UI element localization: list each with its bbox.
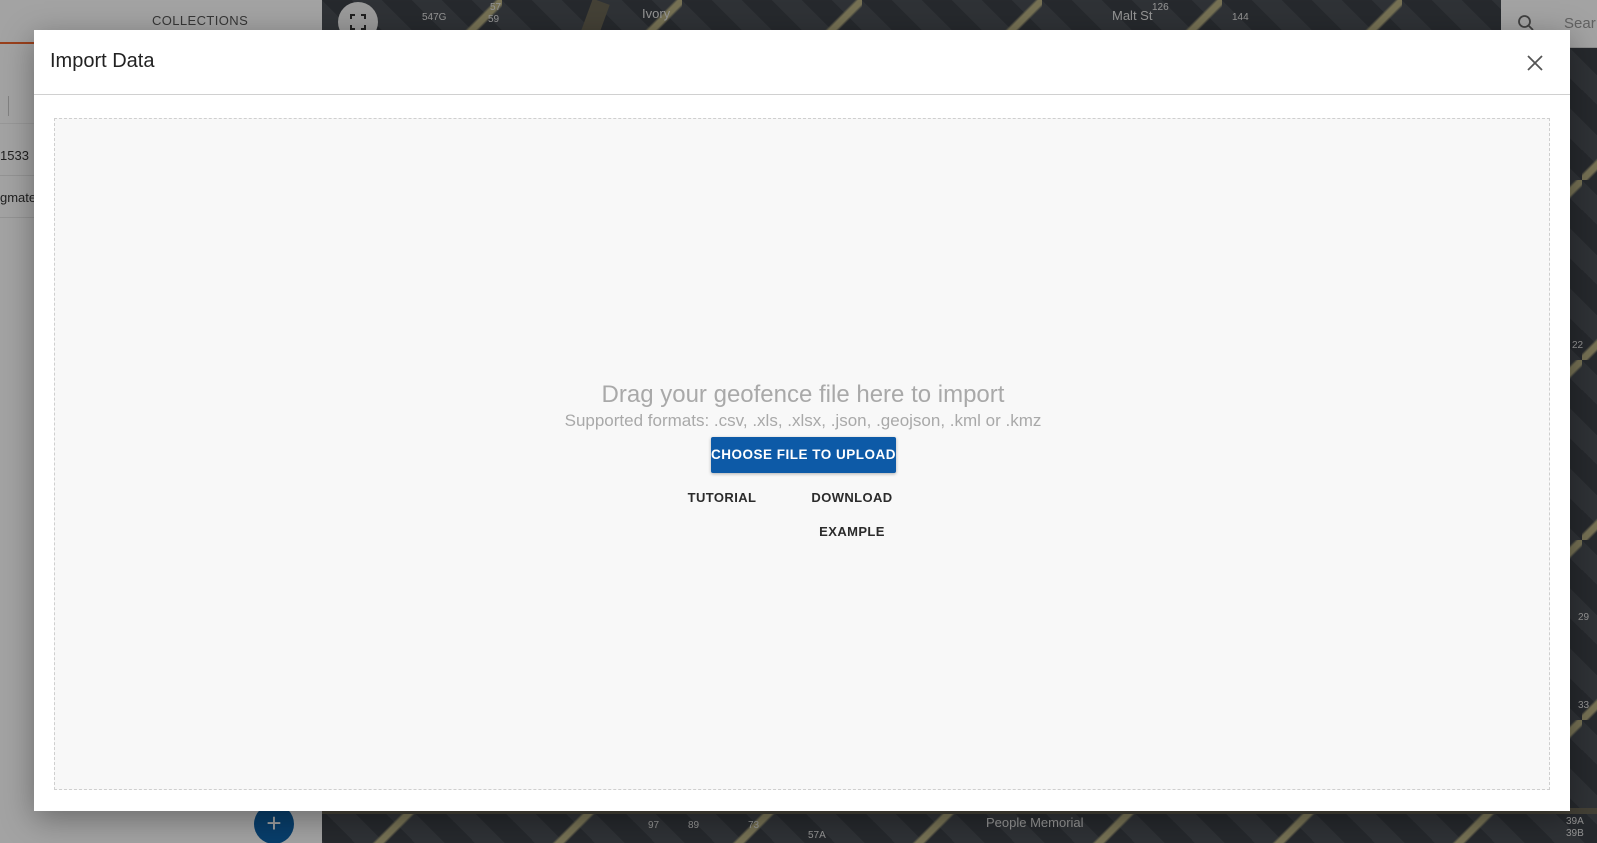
close-button[interactable] <box>1520 48 1550 78</box>
import-data-dialog: Import Data Drag your geofence file here… <box>34 30 1570 811</box>
download-example-button[interactable]: DOWNLOAD EXAMPLE <box>777 481 927 539</box>
close-icon <box>1527 55 1543 71</box>
dropzone-title: Drag your geofence file here to import <box>601 381 1005 408</box>
tutorial-button[interactable]: TUTORIAL <box>677 481 767 515</box>
dropzone-formats: Supported formats: .csv, .xls, .xlsx, .j… <box>564 411 1042 430</box>
dialog-header: Import Data <box>34 30 1570 95</box>
choose-file-button[interactable]: CHOOSE FILE TO UPLOAD <box>711 437 896 473</box>
dialog-title: Import Data <box>50 50 155 72</box>
file-dropzone[interactable]: Drag your geofence file here to import S… <box>54 118 1550 790</box>
